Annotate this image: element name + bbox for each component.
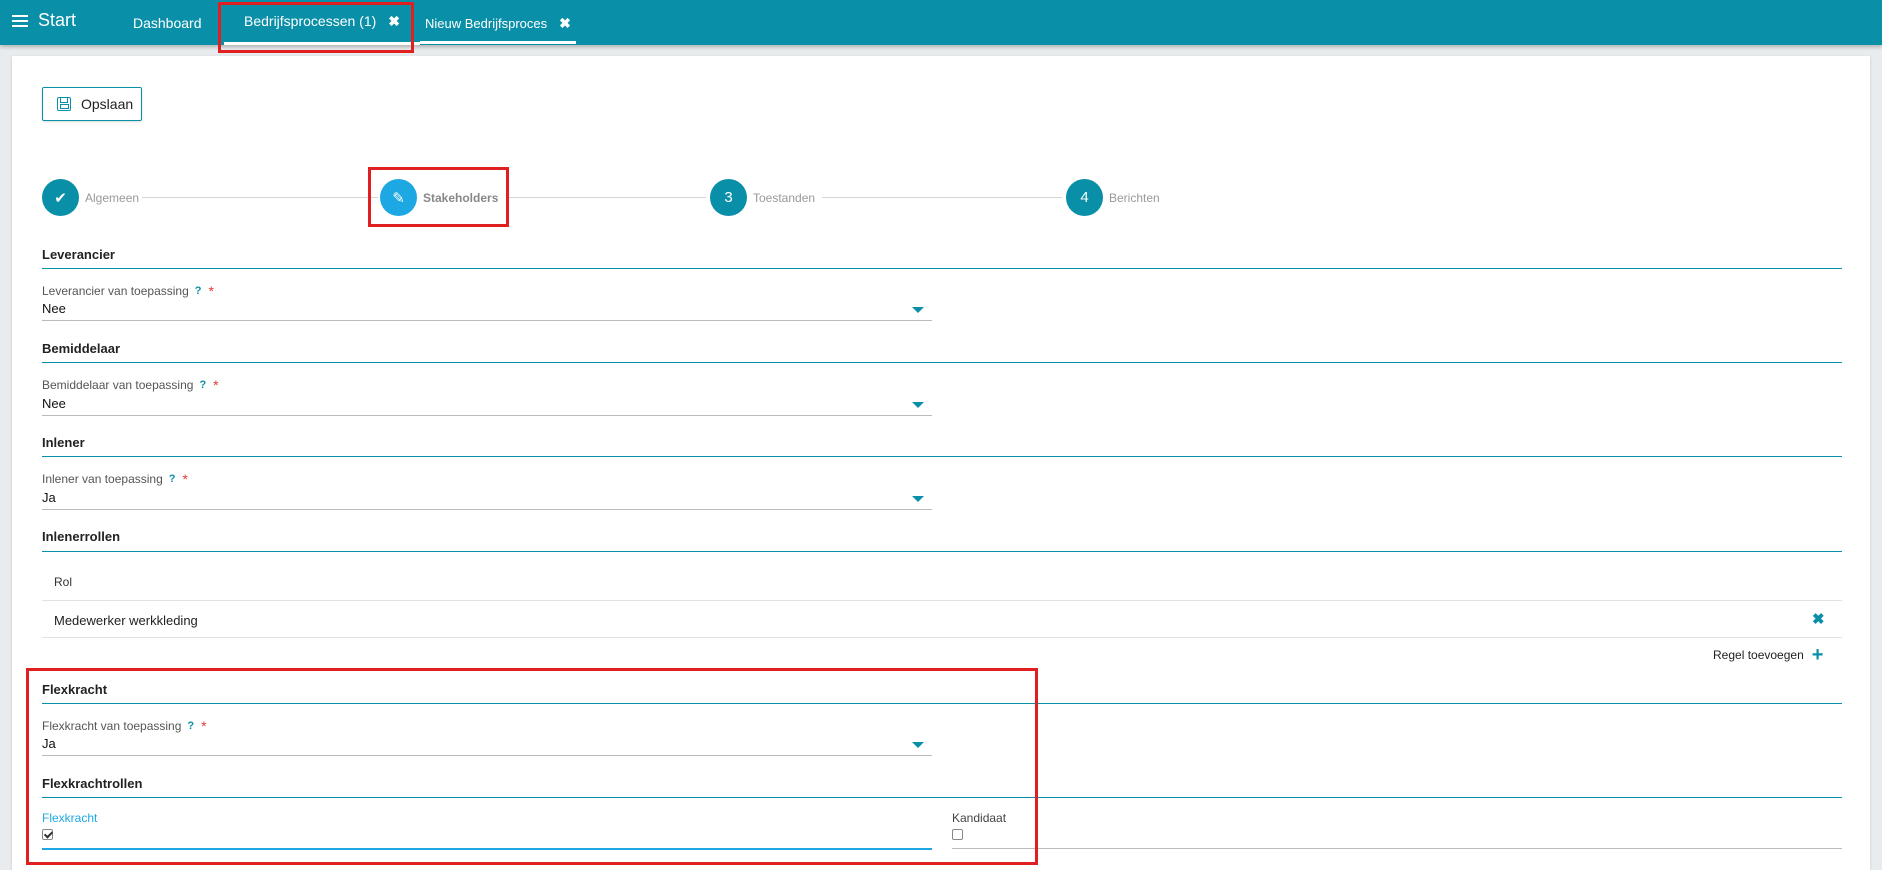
dropdown-caret-icon bbox=[912, 402, 924, 408]
field-label-inlener: Inlener van toepassing ? * bbox=[42, 471, 188, 487]
delete-row-icon[interactable]: ✖ bbox=[1812, 610, 1825, 628]
field-label-flexkracht: Flexkracht van toepassing ? * bbox=[42, 718, 207, 734]
tab-bedrijfsprocessen[interactable]: Bedrijfsprocessen (1) ✖ bbox=[224, 0, 421, 45]
label-text: Inlener van toepassing bbox=[42, 472, 163, 486]
label-text: Leverancier van toepassing bbox=[42, 284, 189, 298]
step-label: Toestanden bbox=[753, 190, 816, 205]
section-divider bbox=[42, 703, 1842, 704]
floppy-disk-icon bbox=[57, 97, 71, 111]
selected-value: Nee bbox=[42, 396, 66, 411]
section-divider bbox=[42, 797, 1842, 798]
step-algemeen[interactable]: ✔ Algemeen bbox=[42, 179, 139, 216]
close-icon[interactable]: ✖ bbox=[559, 15, 571, 32]
selected-value: Ja bbox=[42, 490, 56, 505]
help-icon[interactable]: ? bbox=[195, 285, 202, 297]
save-button[interactable]: Opslaan bbox=[42, 87, 142, 121]
label-text: Flexkracht van toepassing bbox=[42, 719, 182, 733]
required-marker: * bbox=[182, 471, 188, 487]
flexkracht-checkbox[interactable] bbox=[42, 829, 53, 840]
close-icon[interactable]: ✖ bbox=[388, 13, 400, 30]
step-number: 4 bbox=[1066, 179, 1103, 216]
step-toestanden[interactable]: 3 Toestanden bbox=[710, 179, 815, 216]
add-row-button[interactable]: Regel toevoegen + bbox=[1713, 644, 1824, 666]
step-connector bbox=[506, 197, 706, 198]
dropdown-caret-icon bbox=[912, 307, 924, 313]
inlener-select[interactable]: Ja bbox=[42, 490, 932, 510]
step-stakeholders[interactable]: ✎ Stakeholders bbox=[380, 179, 498, 216]
table-row: Medewerker werkkleding bbox=[54, 613, 198, 628]
leverancier-select[interactable]: Nee bbox=[42, 301, 932, 321]
section-title-inlener: Inlener bbox=[42, 435, 85, 450]
step-label: Algemeen bbox=[85, 190, 140, 205]
checkbox-label-kandidaat: Kandidaat bbox=[952, 811, 1007, 825]
section-divider bbox=[42, 362, 1842, 363]
step-connector bbox=[142, 197, 378, 198]
section-divider bbox=[42, 456, 1842, 457]
step-label: Berichten bbox=[1109, 190, 1160, 205]
section-divider bbox=[42, 268, 1842, 269]
section-title-bemiddelaar: Bemiddelaar bbox=[42, 341, 121, 356]
save-label: Opslaan bbox=[81, 96, 134, 112]
step-connector bbox=[822, 197, 1062, 198]
step-berichten[interactable]: 4 Berichten bbox=[1066, 179, 1160, 216]
table-divider bbox=[42, 600, 1842, 601]
help-icon[interactable]: ? bbox=[187, 720, 194, 732]
label-text: Bemiddelaar van toepassing bbox=[42, 378, 194, 392]
selected-value: Nee bbox=[42, 301, 66, 316]
tab-dashboard[interactable]: Dashboard bbox=[133, 0, 202, 45]
help-icon[interactable]: ? bbox=[199, 379, 206, 391]
add-row-label: Regel toevoegen bbox=[1713, 648, 1804, 662]
required-marker: * bbox=[208, 283, 214, 299]
required-marker: * bbox=[213, 377, 219, 393]
checkmark-icon: ✔ bbox=[42, 179, 79, 216]
dropdown-caret-icon bbox=[912, 496, 924, 502]
top-bar: Start Dashboard Bedrijfsprocessen (1) ✖ … bbox=[0, 0, 1882, 45]
plus-icon: + bbox=[1811, 644, 1824, 666]
column-header-rol: Rol bbox=[54, 575, 73, 589]
field-underline bbox=[42, 848, 932, 850]
flexkracht-select[interactable]: Ja bbox=[42, 736, 932, 756]
selected-value: Ja bbox=[42, 736, 56, 751]
step-label: Stakeholders bbox=[423, 190, 499, 205]
tab-nieuw-bedrijfsproces[interactable]: Nieuw Bedrijfsproces ✖ bbox=[420, 6, 576, 44]
help-icon[interactable]: ? bbox=[169, 473, 176, 485]
tab-label: Nieuw Bedrijfsproces bbox=[425, 16, 548, 31]
hamburger-icon bbox=[12, 14, 28, 27]
field-underline bbox=[952, 848, 1842, 849]
section-title-leverancier: Leverancier bbox=[42, 247, 115, 262]
start-label: Start bbox=[38, 10, 77, 30]
pencil-icon: ✎ bbox=[380, 179, 417, 216]
kandidaat-checkbox[interactable] bbox=[952, 829, 963, 840]
menu-button[interactable]: Start bbox=[12, 10, 76, 31]
checkbox-label-flexkracht: Flexkracht bbox=[42, 811, 98, 825]
tab-label: Dashboard bbox=[133, 14, 202, 31]
step-number: 3 bbox=[710, 179, 747, 216]
section-title-inlenerrollen: Inlenerrollen bbox=[42, 529, 121, 544]
required-marker: * bbox=[201, 718, 207, 734]
field-label-bemiddelaar: Bemiddelaar van toepassing ? * bbox=[42, 377, 219, 393]
bemiddelaar-select[interactable]: Nee bbox=[42, 396, 932, 416]
field-label-leverancier: Leverancier van toepassing ? * bbox=[42, 283, 214, 299]
dropdown-caret-icon bbox=[912, 742, 924, 748]
section-divider bbox=[42, 551, 1842, 552]
tab-label: Bedrijfsprocessen (1) bbox=[244, 13, 377, 29]
section-title-flexkrachtrollen: Flexkrachtrollen bbox=[42, 776, 143, 791]
table-divider bbox=[42, 637, 1842, 638]
section-title-flexkracht: Flexkracht bbox=[42, 682, 108, 697]
